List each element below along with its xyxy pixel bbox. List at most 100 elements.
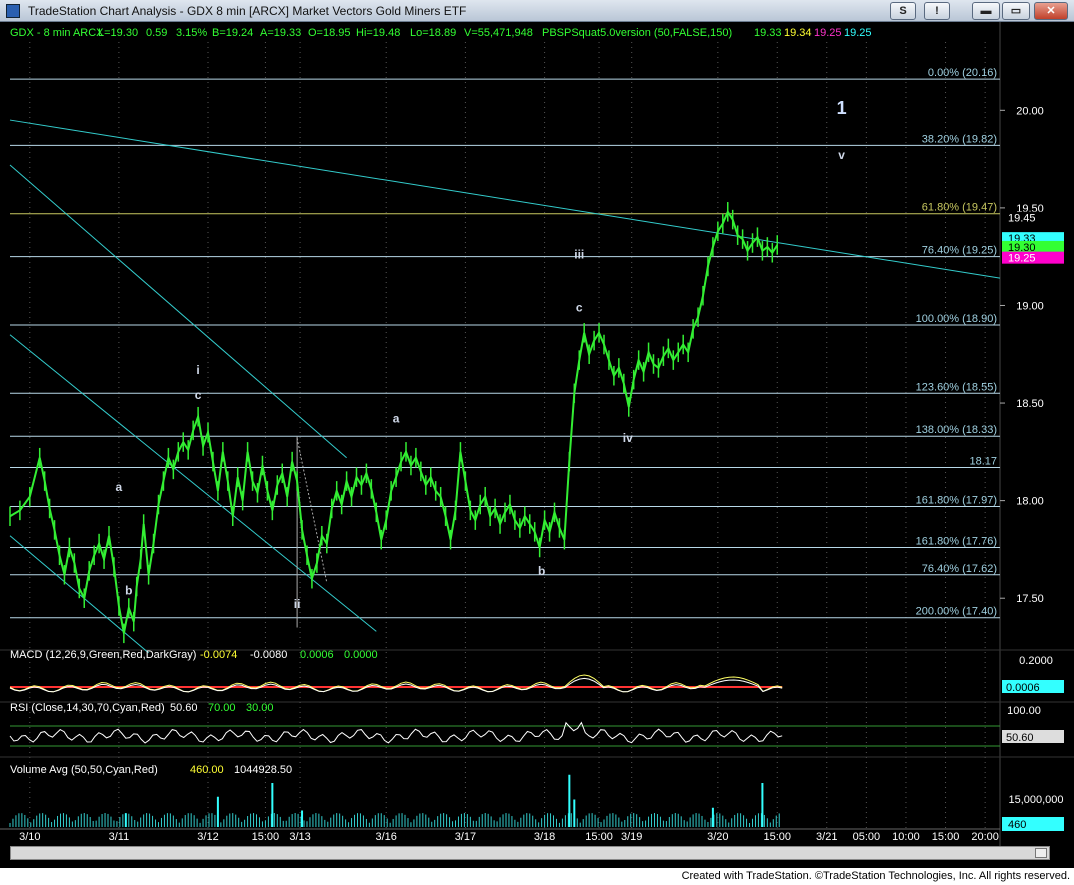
rsi-value: 70.00 xyxy=(208,702,236,714)
indicator-value: 19.25 xyxy=(844,27,872,39)
chart-area[interactable]: GDX - 8 min ARCX L=19.30 0.59 3.15% B=19.24 A… xyxy=(0,22,1074,862)
time-tick-label: 3/16 xyxy=(375,831,396,843)
price-tick-label: 19.00 xyxy=(1016,300,1044,312)
header-field: A=19.33 xyxy=(260,27,301,39)
horizontal-scrollbar[interactable] xyxy=(10,846,1050,860)
indicator-name: PBSPSquat5.0version (50,FALSE,150) xyxy=(542,27,732,39)
wave-label: b xyxy=(125,583,132,597)
alert-button[interactable]: ! xyxy=(924,2,950,20)
volume-value: 460.00 xyxy=(190,764,224,776)
header-field: 0.59 xyxy=(146,27,167,39)
volume-value: 1044928.50 xyxy=(234,764,292,776)
macd-label: MACD (12,26,9,Green,Red,DarkGray) xyxy=(10,649,196,661)
time-tick-label: 15:00 xyxy=(763,831,791,843)
fib-level-label: 61.80% (19.47) xyxy=(922,202,997,214)
header-field: L=19.30 xyxy=(98,27,138,39)
window-title: TradeStation Chart Analysis - GDX 8 min … xyxy=(28,4,467,18)
time-tick-label: 3/11 xyxy=(109,831,130,843)
fib-level-label: 161.80% (17.76) xyxy=(916,535,997,547)
chart-symbol: GDX - 8 min ARCX xyxy=(10,27,104,39)
fib-level-label: 76.40% (19.25) xyxy=(922,245,997,257)
fib-level-label: 161.80% (17.97) xyxy=(916,494,997,506)
price-tick-label: 18.50 xyxy=(1016,398,1044,410)
s-button[interactable]: S xyxy=(890,2,916,20)
indicator-value: 19.25 xyxy=(814,27,842,39)
price-tick-label: 17.50 xyxy=(1016,593,1044,605)
time-tick-label: 3/17 xyxy=(455,831,476,843)
price-tag-label: 19.25 xyxy=(1008,253,1036,265)
macd-signal-line xyxy=(9,677,783,693)
macd-value: 0.0006 xyxy=(300,649,334,661)
time-tick-label: 20:00 xyxy=(971,831,999,843)
time-tick-label: 05:00 xyxy=(853,831,881,843)
footer: Created with TradeStation. ©TradeStation… xyxy=(0,868,1074,885)
chart-svg[interactable]: GDX - 8 min ARCXL=19.30 0.59 3.15% B=19.24 A… xyxy=(0,22,1074,862)
volume-tag-label: 460 xyxy=(1008,819,1026,831)
minimize-button[interactable]: ▬ xyxy=(972,2,1000,20)
time-tick-label: 3/13 xyxy=(289,831,310,843)
header-field: V=55,471,948 xyxy=(464,27,533,39)
header-field: Lo=18.89 xyxy=(410,27,456,39)
fib-level-label: 100.00% (18.90) xyxy=(916,313,997,325)
rsi-value: 50.60 xyxy=(170,702,198,714)
wave-label: iv xyxy=(623,431,633,445)
fib-level-label: 0.00% (20.16) xyxy=(928,67,997,79)
trendline xyxy=(9,164,347,459)
window-titlebar: TradeStation Chart Analysis - GDX 8 min … xyxy=(0,0,1074,22)
wave-label: c xyxy=(195,388,202,402)
fib-level-label: 18.17 xyxy=(969,455,997,467)
time-tick-label: 3/19 xyxy=(621,831,642,843)
wave-label: 1 xyxy=(837,98,847,118)
wave-label: a xyxy=(393,412,400,426)
trendline xyxy=(296,438,328,583)
time-tick-label: 15:00 xyxy=(932,831,960,843)
app-icon xyxy=(6,4,20,18)
header-field: B=19.24 xyxy=(212,27,253,39)
header-field: 3.15% xyxy=(176,27,207,39)
indicator-value: 19.34 xyxy=(784,27,812,39)
header-field: Hi=19.48 xyxy=(356,27,400,39)
rsi-tag-label: 50.60 xyxy=(1006,732,1034,744)
indicator-value: 19.33 xyxy=(754,27,782,39)
wave-label: i xyxy=(196,363,199,377)
fib-level-label: 200.00% (17.40) xyxy=(916,606,997,618)
rsi-label: RSI (Close,14,30,70,Cyan,Red) xyxy=(10,702,165,714)
scroll-right-icon[interactable] xyxy=(1035,848,1047,858)
time-tick-label: 3/21 xyxy=(816,831,837,843)
wave-label: c xyxy=(576,300,583,314)
time-tick-label: 3/18 xyxy=(534,831,555,843)
trendline xyxy=(9,334,377,632)
macd-value: -0.0080 xyxy=(250,649,287,661)
time-tick-label: 15:00 xyxy=(252,831,280,843)
fib-level-label: 123.60% (18.55) xyxy=(916,381,997,393)
copyright-text: Created with TradeStation. ©TradeStation… xyxy=(681,870,1070,882)
volume-axis-label: 15,000,000 xyxy=(1008,794,1063,806)
trendline xyxy=(9,119,1001,279)
price-tag-label: 19.45 xyxy=(1008,213,1036,225)
price-tick-label: 20.00 xyxy=(1016,105,1044,117)
maximize-button[interactable]: ▭ xyxy=(1002,2,1030,20)
time-tick-label: 3/20 xyxy=(707,831,728,843)
time-tick-label: 3/10 xyxy=(19,831,40,843)
macd-axis-label: 0.2000 xyxy=(1019,655,1053,667)
close-button[interactable]: ✕ xyxy=(1034,2,1068,20)
fib-level-label: 76.40% (17.62) xyxy=(922,563,997,575)
wave-label: ii xyxy=(294,597,301,611)
rsi-axis-label: 100.00 xyxy=(1007,705,1041,717)
header-field: O=18.95 xyxy=(308,27,351,39)
price-tick-label: 18.00 xyxy=(1016,496,1044,508)
macd-value: -0.0074 xyxy=(200,649,237,661)
wave-label: iii xyxy=(574,248,584,262)
rsi-value: 30.00 xyxy=(246,702,274,714)
time-tick-label: 10:00 xyxy=(892,831,920,843)
wave-label: a xyxy=(116,480,123,494)
macd-tag-label: 0.0006 xyxy=(1006,682,1040,694)
macd-line xyxy=(9,674,783,693)
wave-label: b xyxy=(538,564,545,578)
fib-level-label: 138.00% (18.33) xyxy=(916,424,997,436)
macd-value: 0.0000 xyxy=(344,649,378,661)
fib-level-label: 38.20% (19.82) xyxy=(922,133,997,145)
volume-label: Volume Avg (50,50,Cyan,Red) xyxy=(10,764,158,776)
time-tick-label: 3/12 xyxy=(197,831,218,843)
wave-label: v xyxy=(838,148,845,162)
